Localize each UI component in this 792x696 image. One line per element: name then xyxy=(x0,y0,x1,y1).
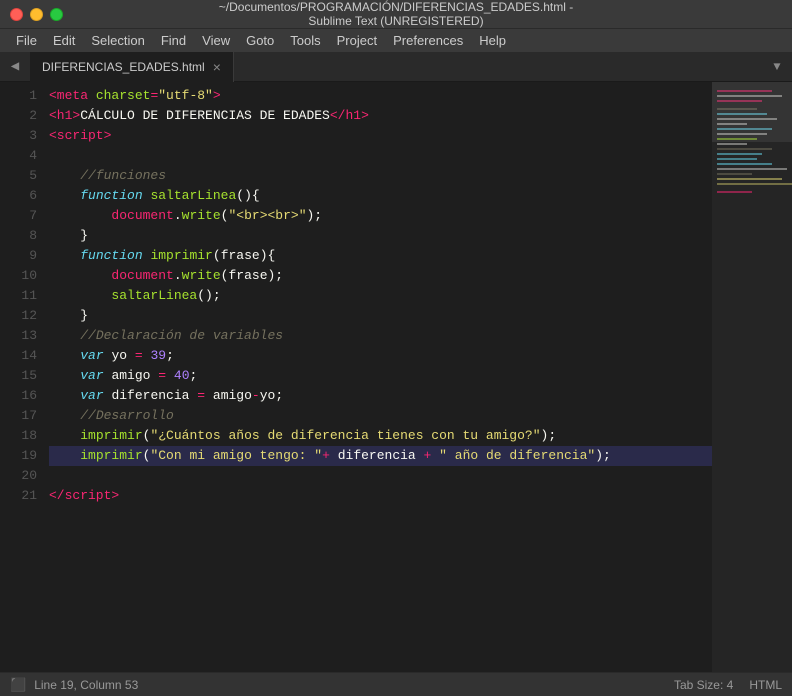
line-numbers: 1 2 3 4 5 6 7 8 9 10 11 12 13 14 15 16 1… xyxy=(0,82,45,672)
menu-view[interactable]: View xyxy=(194,31,238,50)
tab-size: Tab Size: 4 xyxy=(674,678,733,692)
code-line-19: imprimir("Con mi amigo tengo: "+ diferen… xyxy=(49,446,712,466)
editor: 1 2 3 4 5 6 7 8 9 10 11 12 13 14 15 16 1… xyxy=(0,82,792,672)
status-right: Tab Size: 4 HTML xyxy=(674,678,782,692)
code-line-11: saltarLinea(); xyxy=(49,286,712,306)
code-line-16: var diferencia = amigo-yo; xyxy=(49,386,712,406)
statusbar: ⬛ Line 19, Column 53 Tab Size: 4 HTML xyxy=(0,672,792,696)
menubar: File Edit Selection Find View Goto Tools… xyxy=(0,28,792,52)
code-line-5: //funciones xyxy=(49,166,712,186)
code-line-1: <meta charset="utf-8"> xyxy=(49,86,712,106)
code-line-2: <h1>CÁLCULO DE DIFERENCIAS DE EDADES</h1… xyxy=(49,106,712,126)
code-line-17: //Desarrollo xyxy=(49,406,712,426)
code-line-8: } xyxy=(49,226,712,246)
menu-help[interactable]: Help xyxy=(471,31,514,50)
close-button[interactable] xyxy=(10,8,23,21)
menu-goto[interactable]: Goto xyxy=(238,31,282,50)
tab-close-button[interactable]: × xyxy=(213,59,221,75)
status-left: ⬛ Line 19, Column 53 xyxy=(10,677,138,693)
cursor-position: Line 19, Column 53 xyxy=(34,678,138,692)
minimap xyxy=(712,82,792,672)
code-line-4 xyxy=(49,146,712,166)
tab-filename: DIFERENCIAS_EDADES.html xyxy=(42,60,205,74)
tabbar: ◀ DIFERENCIAS_EDADES.html × ▼ xyxy=(0,52,792,82)
code-line-13: //Declaración de variables xyxy=(49,326,712,346)
code-line-6: function saltarLinea(){ xyxy=(49,186,712,206)
minimap-viewport xyxy=(712,82,792,142)
menu-project[interactable]: Project xyxy=(329,31,385,50)
menu-file[interactable]: File xyxy=(8,31,45,50)
code-line-18: imprimir("¿Cuántos años de diferencia ti… xyxy=(49,426,712,446)
titlebar: ~/Documentos/PROGRAMACIÓN/DIFERENCIAS_ED… xyxy=(0,0,792,28)
tab-dropdown-button[interactable]: ▼ xyxy=(762,52,792,82)
window-title: ~/Documentos/PROGRAMACIÓN/DIFERENCIAS_ED… xyxy=(198,0,594,28)
code-line-12: } xyxy=(49,306,712,326)
code-line-14: var yo = 39; xyxy=(49,346,712,366)
code-area[interactable]: <meta charset="utf-8"> <h1>CÁLCULO DE DI… xyxy=(45,82,712,672)
code-line-3: <script> xyxy=(49,126,712,146)
editor-tab[interactable]: DIFERENCIAS_EDADES.html × xyxy=(30,52,234,82)
menu-find[interactable]: Find xyxy=(153,31,194,50)
menu-edit[interactable]: Edit xyxy=(45,31,83,50)
code-line-7: document.write("<br><br>"); xyxy=(49,206,712,226)
syntax-label: HTML xyxy=(749,678,782,692)
traffic-lights xyxy=(10,8,63,21)
tab-prev-button[interactable]: ◀ xyxy=(0,52,30,82)
code-line-10: document.write(frase); xyxy=(49,266,712,286)
minimize-button[interactable] xyxy=(30,8,43,21)
code-line-21: </script> xyxy=(49,486,712,506)
menu-preferences[interactable]: Preferences xyxy=(385,31,471,50)
code-line-9: function imprimir(frase){ xyxy=(49,246,712,266)
menu-tools[interactable]: Tools xyxy=(282,31,328,50)
maximize-button[interactable] xyxy=(50,8,63,21)
terminal-icon: ⬛ xyxy=(10,677,26,693)
code-line-15: var amigo = 40; xyxy=(49,366,712,386)
menu-selection[interactable]: Selection xyxy=(83,31,152,50)
code-line-20 xyxy=(49,466,712,486)
